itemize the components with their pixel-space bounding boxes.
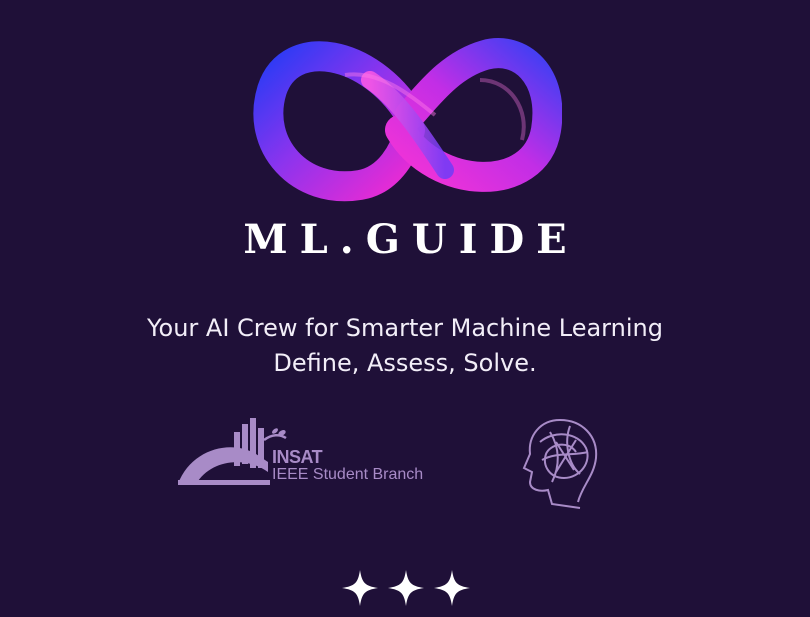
insat-name: INSAT xyxy=(272,447,323,467)
insat-subtitle: IEEE Student Branch xyxy=(272,466,424,483)
sparkles-icon xyxy=(342,570,470,606)
insat-branding: INSAT IEEE Student Branch xyxy=(272,448,423,484)
infinity-icon xyxy=(253,38,562,202)
tagline-line-2: Define, Assess, Solve. xyxy=(273,349,537,377)
tagline-line-1: Your AI Crew for Smarter Machine Learnin… xyxy=(147,314,663,342)
brand-title: ML.GUIDE xyxy=(243,216,579,263)
ai-head-icon xyxy=(522,419,598,509)
